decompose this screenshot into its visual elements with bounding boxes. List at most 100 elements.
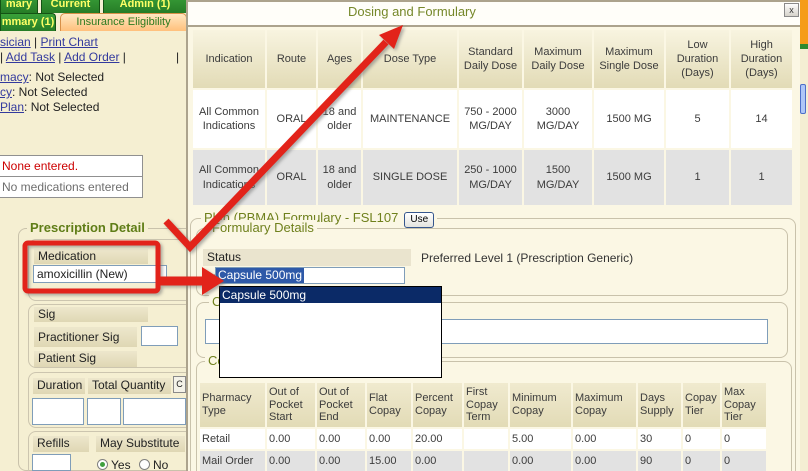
use-button[interactable]: Use: [404, 212, 434, 228]
dialog-titlebar: [186, 0, 800, 27]
table-header-cell: High Duration (Days): [731, 30, 792, 88]
page-edge-orange: [800, 0, 808, 44]
agency-link[interactable]: cy: [0, 85, 12, 99]
table-header-cell: Standard Daily Dose: [459, 30, 522, 88]
table-cell: 3000 MG/DAY: [524, 90, 592, 148]
table-cell: 0: [683, 429, 720, 449]
status-label: Status: [203, 249, 411, 266]
table-cell: [464, 451, 508, 471]
print-chart-link[interactable]: Print Chart: [40, 35, 97, 49]
table-cell: Mail Order: [200, 451, 265, 471]
table-header-cell: Ages: [318, 30, 361, 88]
chart-links-row: sician | Print Chart: [0, 35, 98, 49]
dosing-formulary-dialog: Dosing and Formulary x Indication Route …: [186, 0, 800, 471]
substitute-yes-label: Yes: [111, 458, 131, 471]
add-order-link[interactable]: Add Order: [64, 50, 119, 64]
close-icon[interactable]: x: [784, 3, 799, 17]
substitute-no-radio[interactable]: [139, 459, 150, 470]
substitute-no-label: No: [153, 458, 168, 471]
table-cell: 0.00: [510, 451, 571, 471]
plan-selection: Plan: Not Selected: [0, 100, 99, 114]
medication-label: Medication: [34, 249, 148, 264]
table-header-cell: Route: [267, 30, 316, 88]
table-header-cell: Out of Pocket End: [317, 383, 365, 427]
table-header-cell: Pharmacy Type: [200, 383, 265, 427]
status-value: Preferred Level 1 (Prescription Generic): [421, 251, 633, 265]
pharmacy-link[interactable]: macy: [0, 70, 29, 84]
refills-label: Refills: [33, 436, 89, 452]
table-cell: ORAL: [267, 150, 316, 205]
table-cell: 15.00: [367, 451, 411, 471]
table-cell: 0: [722, 451, 766, 471]
agency-value: : Not Selected: [12, 85, 87, 99]
table-cell: 0.00: [573, 451, 636, 471]
table-cell: 1500 MG: [594, 150, 664, 205]
table-cell: 0: [683, 451, 720, 471]
table-cell: 0: [722, 429, 766, 449]
tab-insurance-eligibility[interactable]: Insurance Eligibility: [60, 13, 187, 31]
plan-value: : Not Selected: [24, 100, 99, 114]
medications-alert: No medications entered: [0, 176, 143, 198]
dose-form-listbox[interactable]: Capsule 500mg: [219, 286, 442, 378]
pharmacy-value: : Not Selected: [29, 70, 104, 84]
add-task-link[interactable]: Add Task: [6, 50, 55, 64]
tab-summary-top[interactable]: mary: [0, 0, 38, 13]
refills-input[interactable]: [32, 454, 71, 471]
practitioner-sig-input[interactable]: [141, 326, 178, 346]
table-cell: 14: [731, 90, 792, 148]
table-cell: 1: [666, 150, 729, 205]
table-header-cell: Out of Pocket Start: [267, 383, 315, 427]
table-header-cell: Max Copay Tier: [722, 383, 766, 427]
link-separator: |: [31, 35, 41, 49]
quantity-calc-button[interactable]: C: [173, 376, 186, 393]
table-header-cell: Maximum Copay: [573, 383, 636, 427]
table-cell: SINGLE DOSE: [363, 150, 457, 205]
formulary-details-legend: Formulary Details: [209, 220, 317, 235]
duration-input[interactable]: [32, 398, 84, 425]
tab-current[interactable]: Current: [41, 0, 100, 13]
table-cell: 18 and older: [318, 90, 361, 148]
separator: |: [176, 50, 179, 64]
table-cell: 0.00: [367, 429, 411, 449]
separator: |: [55, 50, 64, 64]
table-cell: All Common Indications: [193, 150, 265, 205]
table-cell: 30: [638, 429, 681, 449]
table-cell: 0.00: [267, 451, 315, 471]
dose-form-combobox[interactable]: Capsule 500mg: [215, 267, 405, 284]
table-header-cell: Dose Type: [363, 30, 457, 88]
scrollbar-thumb[interactable]: [800, 84, 806, 114]
table-cell: 1500 MG: [594, 90, 664, 148]
substitute-yes-radio[interactable]: [97, 459, 108, 470]
table-cell: 18 and older: [318, 150, 361, 205]
total-quantity-label: Total Quantity: [88, 378, 171, 394]
medication-input[interactable]: amoxicillin (New): [33, 265, 167, 283]
table-header-cell: Flat Copay: [367, 383, 411, 427]
dosing-table: Indication Route Ages Dose Type Standard…: [193, 30, 792, 205]
quantity-unit-input[interactable]: [123, 398, 186, 425]
physician-link[interactable]: sician: [0, 35, 31, 49]
dialog-title: Dosing and Formulary: [348, 4, 476, 19]
table-cell: 250 - 1000 MG/DAY: [459, 150, 522, 205]
quantity-input[interactable]: [87, 398, 121, 425]
plan-link[interactable]: Plan: [0, 100, 24, 114]
table-cell: 0.00: [413, 451, 462, 471]
screen: mary Current Admin (1) mmary (1) Insuran…: [0, 0, 808, 471]
agency-selection: cy: Not Selected: [0, 85, 87, 99]
table-header-cell: Maximum Single Dose: [594, 30, 664, 88]
separator: |: [119, 50, 125, 64]
table-cell: MAINTENANCE: [363, 90, 457, 148]
table-header-cell: Indication: [193, 30, 265, 88]
table-cell: All Common Indications: [193, 90, 265, 148]
table-cell: 20.00: [413, 429, 462, 449]
table-header-cell: Percent Copay: [413, 383, 462, 427]
patient-sig-label: Patient Sig: [34, 351, 137, 367]
table-header-cell: Copay Tier: [683, 383, 720, 427]
dose-form-option[interactable]: Capsule 500mg: [220, 287, 441, 303]
table-cell: 90: [638, 451, 681, 471]
tab-admin[interactable]: Admin (1): [103, 0, 187, 13]
allergies-alert: None entered.: [0, 155, 143, 177]
table-header-cell: Days Supply: [638, 383, 681, 427]
tab-summary[interactable]: mmary (1): [0, 13, 56, 31]
table-cell: Retail: [200, 429, 265, 449]
dose-form-selected: Capsule 500mg: [216, 268, 304, 283]
